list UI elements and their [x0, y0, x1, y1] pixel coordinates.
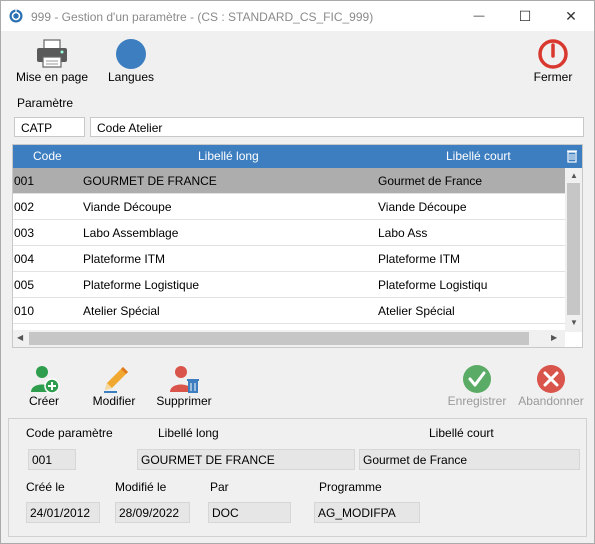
vertical-scrollbar[interactable]: ▲ ▼	[565, 168, 582, 332]
delete-user-icon	[170, 366, 199, 393]
table-row[interactable]: 002 Viande Découpe Viande Découpe	[13, 194, 565, 220]
scroll-up-icon[interactable]: ▲	[570, 171, 578, 180]
program-field: AG_MODIFPA	[314, 502, 420, 523]
short-label-caption: Libellé court	[429, 426, 494, 440]
column-header-code[interactable]: Code	[33, 149, 62, 163]
vertical-scroll-thumb[interactable]	[567, 183, 580, 315]
minimize-button[interactable]: —	[456, 1, 502, 31]
cell-short-label: Plateforme ITM	[378, 252, 461, 266]
app-icon	[9, 9, 23, 23]
power-icon	[538, 39, 568, 69]
cell-short-label: Viande Découpe	[378, 200, 467, 214]
check-icon	[463, 365, 491, 393]
create-label: Créer	[28, 394, 59, 408]
save-button[interactable]: Enregistrer	[444, 364, 510, 408]
modify-label: Modifier	[92, 394, 136, 408]
printer-icon	[37, 39, 67, 68]
cancel-button[interactable]: Abandonner	[515, 364, 587, 408]
cell-short-label: Atelier Spécial	[378, 304, 455, 318]
close-window-button[interactable]: ✕	[548, 1, 594, 31]
modified-by-field: DOC	[208, 502, 291, 523]
pencil-icon	[104, 367, 128, 393]
short-label-field[interactable]: Gourmet de France	[359, 449, 580, 470]
parameter-grid: Code Libellé long Libellé court 001 GOURM…	[12, 144, 583, 348]
cell-short-label: Plateforme Logistiqu	[378, 278, 488, 292]
maximize-button[interactable]: ☐	[502, 1, 548, 31]
cell-long-label: Labo Assemblage	[83, 226, 179, 240]
column-chooser-icon[interactable]	[566, 149, 578, 163]
cell-code: 002	[14, 200, 35, 214]
app-window: 999 - Gestion d'un paramètre - (CS : STA…	[0, 0, 595, 544]
cell-code: 010	[14, 304, 35, 318]
column-header-long-label[interactable]: Libellé long	[198, 149, 259, 163]
table-row[interactable]: 005 Plateforme Logistique Plateforme Logis…	[13, 272, 565, 298]
cell-long-label: Plateforme Logistique	[83, 278, 200, 292]
modified-date-field: 28/09/2022	[115, 502, 190, 523]
cell-short-label: Gourmet de France	[378, 174, 483, 188]
close-icon: ✕	[565, 7, 577, 24]
detail-panel: Code paramètre Libellé long Libellé cour…	[8, 418, 587, 537]
table-row[interactable]: 010 Atelier Spécial Atelier Spécial	[13, 298, 565, 324]
long-label-field[interactable]: GOURMET DE FRANCE	[137, 449, 355, 470]
cancel-label: Abandonner	[518, 394, 584, 408]
parameter-code-field: CATP	[14, 117, 85, 137]
window-title: 999 - Gestion d'un paramètre - (CS : STA…	[31, 10, 374, 24]
modified-date-label: Modifié le	[115, 480, 167, 494]
grid-header: Code Libellé long Libellé court	[13, 145, 582, 168]
save-label: Enregistrer	[447, 394, 507, 408]
create-button[interactable]: Créer	[21, 364, 67, 408]
table-row[interactable]: 003 Labo Assemblage Labo Ass	[13, 220, 565, 246]
modified-by-label: Par	[210, 480, 229, 494]
cell-short-label: Labo Ass	[378, 226, 428, 240]
add-user-icon	[31, 366, 60, 394]
parameter-label-field: Code Atelier	[90, 117, 584, 137]
horizontal-scrollbar[interactable]: ◀ ▶	[13, 330, 565, 347]
cell-long-label: Plateforme ITM	[83, 252, 166, 266]
maximize-icon: ☐	[518, 7, 532, 24]
delete-label: Supprimer	[156, 394, 212, 408]
modify-button[interactable]: Modifier	[87, 364, 141, 408]
scroll-right-icon[interactable]: ▶	[551, 333, 557, 342]
cell-code: 001	[14, 174, 35, 188]
print-setup-label: Mise en page	[15, 70, 89, 84]
cell-code: 003	[14, 226, 35, 240]
languages-label: Langues	[107, 70, 155, 84]
program-label: Programme	[319, 480, 382, 494]
print-setup-button[interactable]: Mise en page	[12, 38, 92, 84]
table-row[interactable]: 001 GOURMET DE FRANCE Gourmet de France	[13, 168, 565, 194]
column-header-short-label[interactable]: Libellé court	[446, 149, 511, 163]
cell-code: 004	[14, 252, 35, 266]
title-bar: 999 - Gestion d'un paramètre - (CS : STA…	[1, 1, 594, 31]
cell-long-label: Atelier Spécial	[83, 304, 160, 318]
cell-long-label: GOURMET DE FRANCE	[83, 174, 217, 188]
cell-long-label: Viande Découpe	[83, 200, 172, 214]
close-form-label: Fermer	[533, 70, 573, 84]
scroll-left-icon[interactable]: ◀	[17, 333, 23, 342]
long-label-caption: Libellé long	[158, 426, 219, 440]
horizontal-scroll-thumb[interactable]	[29, 332, 529, 345]
globe-icon	[116, 39, 146, 69]
delete-button[interactable]: Supprimer	[152, 364, 216, 408]
created-date-field: 24/01/2012	[26, 502, 100, 523]
code-parameter-field[interactable]: 001	[28, 449, 76, 470]
created-date-label: Créé le	[26, 480, 65, 494]
close-form-button[interactable]: Fermer	[527, 38, 579, 84]
cancel-icon	[537, 365, 565, 393]
cell-code: 005	[14, 278, 35, 292]
minimize-icon: —	[473, 10, 485, 22]
languages-button[interactable]: Langues	[101, 38, 161, 84]
parameter-section-label: Paramètre	[17, 96, 74, 110]
code-parameter-label: Code paramètre	[26, 426, 113, 440]
scroll-down-icon[interactable]: ▼	[570, 318, 578, 327]
table-row[interactable]: 004 Plateforme ITM Plateforme ITM	[13, 246, 565, 272]
